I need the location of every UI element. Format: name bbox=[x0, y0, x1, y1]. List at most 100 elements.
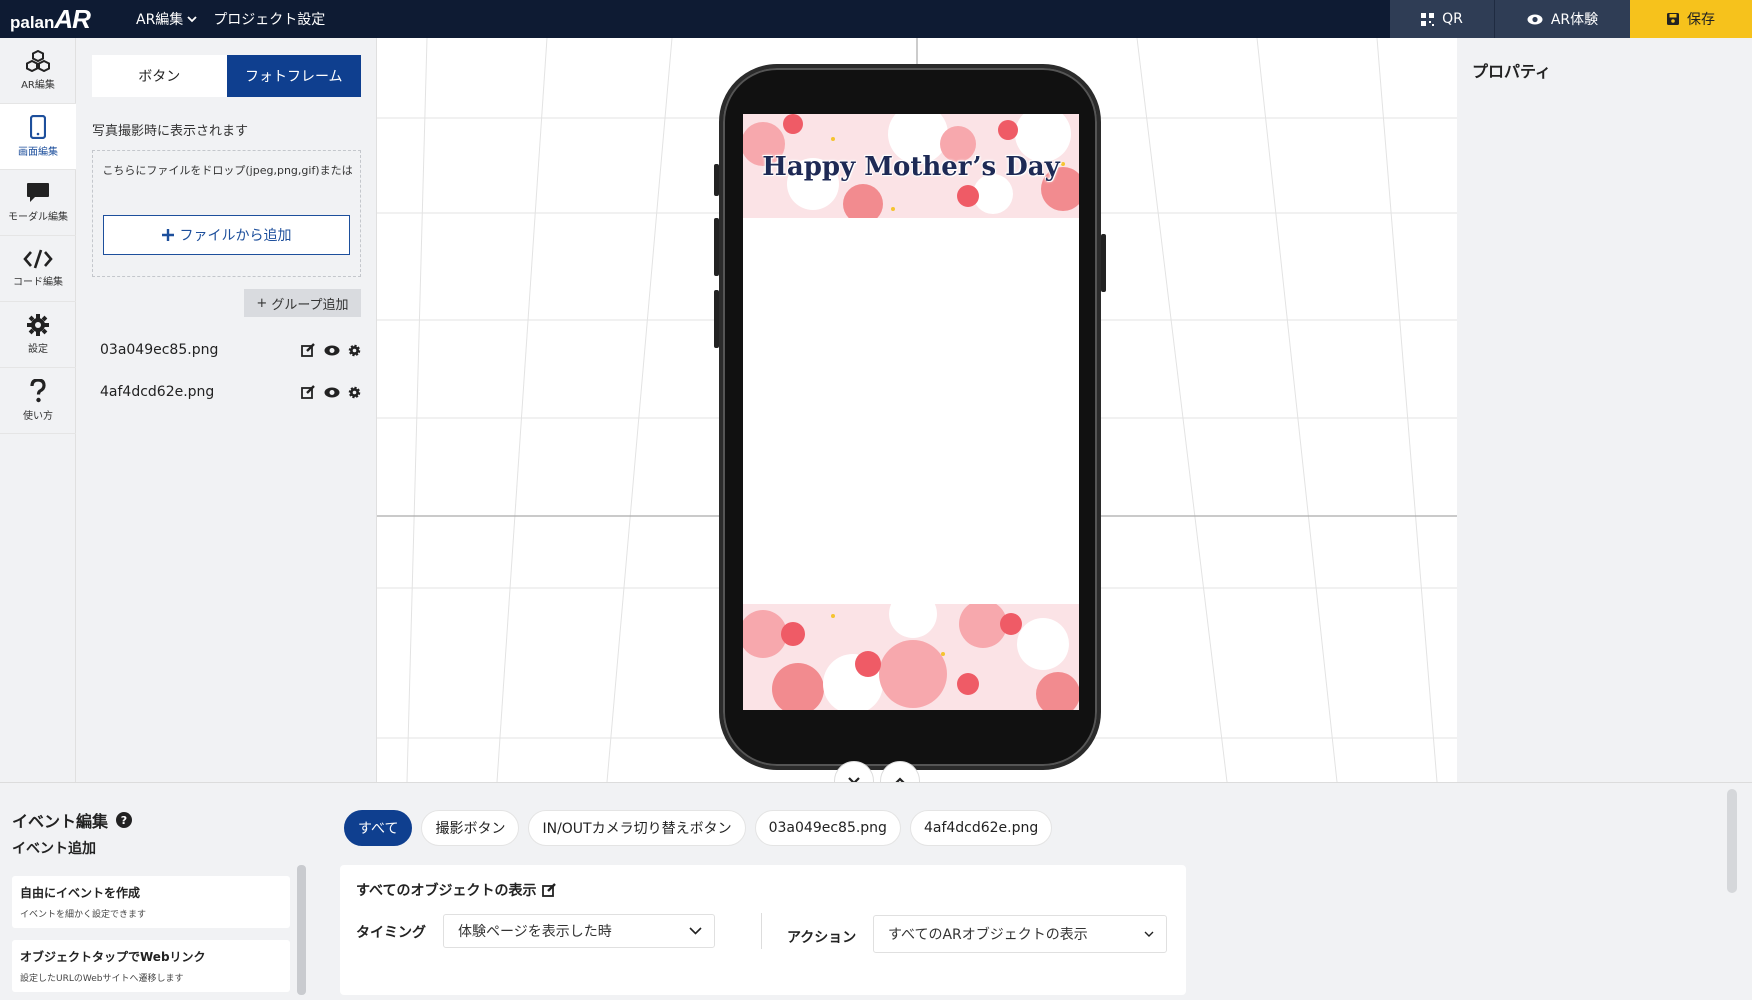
panel-tabs: ボタン フォトフレーム bbox=[92, 55, 361, 97]
phone-side-button bbox=[1101, 234, 1106, 292]
menu-project-settings-label: プロジェクト設定 bbox=[213, 12, 326, 28]
phone-screen[interactable]: Happy Mother’s Day bbox=[743, 114, 1079, 710]
top-bar: palan AR AR編集 プロジェクト設定 QR AR体験 保存 bbox=[0, 0, 1752, 38]
edit-icon[interactable] bbox=[542, 883, 557, 897]
add-from-file-label: ファイルから追加 bbox=[179, 228, 292, 244]
divider bbox=[761, 913, 762, 949]
ar-experience-button[interactable]: AR体験 bbox=[1494, 0, 1630, 38]
event-card-subtitle: イベントを細かく設定できます bbox=[20, 910, 147, 920]
event-card-title: 自由にイベントを作成 bbox=[20, 886, 141, 900]
event-add-title: イベント追加 bbox=[12, 841, 96, 857]
tab-button[interactable]: ボタン bbox=[92, 55, 227, 97]
icon-sidebar: AR編集 画面編集 モーダル編集 コード編集 設定 使い方 bbox=[0, 38, 76, 782]
save-button-label: 保存 bbox=[1687, 12, 1715, 28]
palan-ar-logo[interactable]: palan AR bbox=[10, 4, 91, 35]
chevron-down-icon bbox=[187, 16, 197, 23]
layer-panel: ボタン フォトフレーム 写真撮影時に表示されます こちらにファイルをドロップ(j… bbox=[76, 38, 377, 782]
photo-frame-bottom[interactable] bbox=[743, 604, 1079, 710]
sidebar-item-screen-edit[interactable]: 画面編集 bbox=[0, 104, 76, 170]
photo-frame-top[interactable]: Happy Mother’s Day bbox=[743, 114, 1079, 218]
menu-project-settings[interactable]: プロジェクト設定 bbox=[213, 9, 325, 29]
edit-icon[interactable] bbox=[301, 385, 316, 399]
plus-icon: + bbox=[256, 295, 268, 311]
gear-icon[interactable] bbox=[348, 386, 361, 399]
event-filter-chips: すべて 撮影ボタン IN/OUTカメラ切り替えボタン 03a049ec85.pn… bbox=[344, 810, 1053, 846]
sidebar-item-label: 設定 bbox=[28, 344, 48, 355]
sidebar-item-label: 画面編集 bbox=[18, 147, 58, 158]
floppy-disk-icon bbox=[1667, 13, 1679, 25]
phone-mockup: Happy Mother’s Day bbox=[714, 64, 1106, 770]
add-group-button[interactable]: + グループ追加 bbox=[244, 289, 361, 317]
filter-chip-image-2[interactable]: 4af4dcd62e.png bbox=[909, 810, 1053, 846]
filter-chip-image-1[interactable]: 03a049ec85.png bbox=[754, 810, 901, 846]
sidebar-item-settings[interactable]: 設定 bbox=[0, 302, 76, 368]
add-from-file-button[interactable]: ファイルから追加 bbox=[103, 215, 350, 255]
filter-chip-camera-switch[interactable]: IN/OUTカメラ切り替えボタン bbox=[528, 810, 746, 846]
event-detail-title[interactable]: すべてのオブジェクトの表示 bbox=[356, 880, 557, 900]
top-menu: AR編集 プロジェクト設定 bbox=[136, 0, 325, 38]
sidebar-item-ar-edit[interactable]: AR編集 bbox=[0, 38, 76, 104]
filter-chip-shutter-button[interactable]: 撮影ボタン bbox=[421, 810, 520, 846]
action-select-value: すべてのARオブジェクトの表示 bbox=[888, 927, 1088, 943]
filter-chip-all[interactable]: すべて bbox=[344, 810, 413, 846]
tab-photo-frame[interactable]: フォトフレーム bbox=[226, 55, 361, 97]
sidebar-item-label: コード編集 bbox=[13, 277, 63, 288]
logo-text-ar: AR bbox=[54, 4, 91, 34]
chevron-down-icon bbox=[689, 927, 702, 935]
properties-panel: プロパティ bbox=[1457, 38, 1752, 782]
file-drop-zone[interactable]: こちらにファイルをドロップ(jpeg,png,gif)または ファイルから追加 bbox=[92, 150, 361, 277]
event-template-card[interactable]: 自由にイベントを作成 イベントを細かく設定できます bbox=[12, 876, 290, 928]
sidebar-item-label: モーダル編集 bbox=[8, 212, 68, 223]
eye-icon[interactable] bbox=[324, 387, 340, 398]
event-detail-title-text: すべてのオブジェクトの表示 bbox=[356, 883, 537, 899]
gear-icon[interactable] bbox=[348, 344, 361, 357]
speech-bubble-icon bbox=[27, 183, 49, 202]
bottom-panel-scrollbar[interactable] bbox=[1727, 789, 1737, 893]
qr-button[interactable]: QR bbox=[1390, 0, 1494, 38]
layer-row[interactable]: 4af4dcd62e.png bbox=[100, 379, 361, 405]
question-icon bbox=[30, 379, 46, 403]
eye-icon[interactable] bbox=[324, 345, 340, 356]
ar-experience-label: AR体験 bbox=[1550, 12, 1599, 28]
carnation-pattern bbox=[743, 604, 1079, 710]
smartphone-icon bbox=[30, 115, 46, 139]
code-icon bbox=[23, 249, 53, 269]
save-button[interactable]: 保存 bbox=[1630, 0, 1752, 38]
timing-label: タイミング bbox=[356, 925, 426, 941]
sidebar-item-label: AR編集 bbox=[21, 80, 55, 91]
sidebar-item-help[interactable]: 使い方 bbox=[0, 368, 76, 434]
action-select[interactable]: すべてのARオブジェクトの表示 bbox=[873, 915, 1167, 953]
properties-title: プロパティ bbox=[1472, 62, 1552, 81]
timing-select-value: 体験ページを表示した時 bbox=[458, 924, 612, 940]
eye-icon bbox=[1527, 14, 1543, 24]
menu-ar-edit[interactable]: AR編集 bbox=[136, 9, 197, 29]
event-card-title: オブジェクトタップでWebリンク bbox=[20, 950, 206, 964]
event-detail-card: すべてのオブジェクトの表示 タイミング 体験ページを表示した時 アクション すべ… bbox=[340, 865, 1186, 995]
edit-icon[interactable] bbox=[301, 343, 316, 357]
drop-zone-text: こちらにファイルをドロップ(jpeg,png,gif)または bbox=[102, 164, 353, 177]
layer-row[interactable]: 03a049ec85.png bbox=[100, 337, 361, 363]
logo-text: palan bbox=[10, 13, 55, 32]
editor-canvas[interactable]: Happy Mother’s Day bbox=[377, 38, 1457, 782]
event-list-scrollbar[interactable] bbox=[297, 865, 306, 995]
layer-name: 4af4dcd62e.png bbox=[100, 384, 215, 400]
timing-select[interactable]: 体験ページを表示した時 bbox=[443, 914, 715, 948]
sidebar-item-code-edit[interactable]: コード編集 bbox=[0, 236, 76, 302]
sidebar-item-modal-edit[interactable]: モーダル編集 bbox=[0, 170, 76, 236]
event-template-card[interactable]: オブジェクトタップでWebリンク 設定したURLのWebサイトへ遷移します bbox=[12, 940, 290, 992]
qr-button-label: QR bbox=[1442, 11, 1463, 27]
chevron-down-icon bbox=[1144, 931, 1154, 937]
event-editor-title-text: イベント編集 bbox=[12, 812, 109, 831]
menu-ar-edit-label: AR編集 bbox=[136, 12, 184, 28]
phone-side-button bbox=[714, 290, 719, 348]
plus-icon bbox=[161, 229, 174, 241]
sidebar-item-label: 使い方 bbox=[23, 411, 53, 422]
phone-side-button bbox=[714, 218, 719, 276]
qr-grid-icon bbox=[1421, 12, 1435, 26]
cubes-icon bbox=[26, 50, 50, 72]
frame-title-text: Happy Mother’s Day bbox=[762, 152, 1060, 182]
svg-text:?: ? bbox=[121, 814, 127, 827]
event-editor: イベント編集 ? イベント追加 自由にイベントを作成 イベントを細かく設定できま… bbox=[0, 782, 1752, 1000]
help-circle-icon[interactable]: ? bbox=[116, 812, 133, 828]
action-label: アクション bbox=[787, 930, 857, 946]
